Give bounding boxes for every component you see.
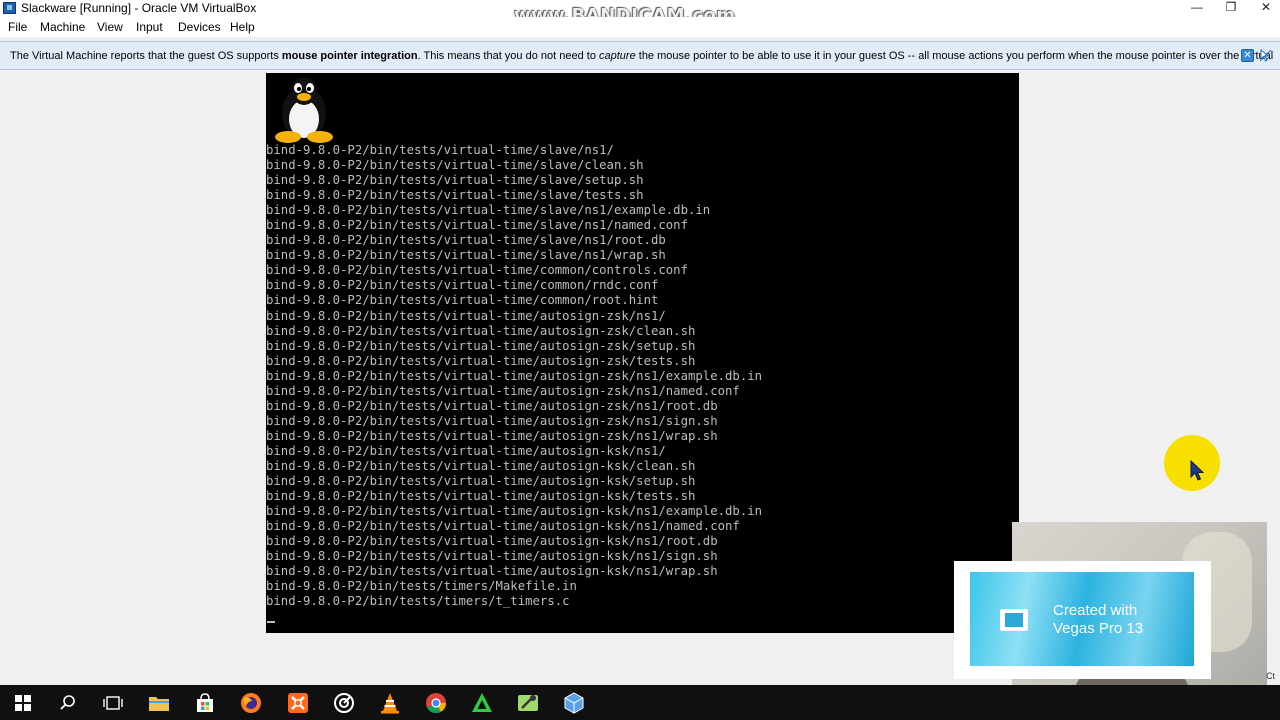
console-line: bind-9.8.0-P2/bin/tests/virtual-time/sla… bbox=[266, 218, 688, 233]
console-line: bind-9.8.0-P2/bin/tests/virtual-time/aut… bbox=[266, 428, 718, 443]
menu-bar: File Machine View Input Devices Help bbox=[0, 17, 1280, 37]
console-line: bind-9.8.0-P2/bin/tests/virtual-time/aut… bbox=[266, 443, 666, 458]
text-cursor bbox=[267, 621, 275, 623]
console-line: bind-9.8.0-P2/bin/tests/virtual-time/sla… bbox=[266, 203, 711, 218]
window-title-bar: Slackware [Running] - Oracle VM VirtualB… bbox=[0, 0, 1280, 26]
chrome-icon bbox=[426, 692, 447, 713]
orange-app-icon bbox=[288, 692, 308, 713]
search-button[interactable] bbox=[45, 685, 91, 720]
console-line: bind-9.8.0-P2/bin/tests/virtual-time/aut… bbox=[266, 504, 763, 519]
store-icon bbox=[197, 692, 213, 712]
console-line: bind-9.8.0-P2/bin/tests/virtual-time/aut… bbox=[266, 549, 718, 564]
console-line: bind-9.8.0-P2/bin/tests/virtual-time/com… bbox=[266, 293, 659, 308]
console-line: bind-9.8.0-P2/bin/tests/virtual-time/aut… bbox=[266, 338, 696, 353]
console-output: bind-9.8.0-P2/bin/tests/virtual-time/sla… bbox=[266, 143, 762, 609]
windows-logo-icon bbox=[15, 694, 31, 711]
vlc-cone-icon bbox=[381, 692, 399, 713]
console-line: bind-9.8.0-P2/bin/tests/virtual-time/sla… bbox=[266, 233, 666, 248]
notice-message: The Virtual Machine reports that the gue… bbox=[10, 50, 1274, 62]
menu-input[interactable]: Input bbox=[136, 20, 163, 34]
mouse-integration-notice: The Virtual Machine reports that the gue… bbox=[0, 41, 1280, 70]
vm-display[interactable]: bind-9.8.0-P2/bin/tests/virtual-time/sla… bbox=[266, 73, 1019, 633]
chrome-button[interactable] bbox=[413, 685, 459, 720]
console-line: bind-9.8.0-P2/bin/tests/virtual-time/com… bbox=[266, 263, 688, 278]
restore-button[interactable]: ❐ bbox=[1213, 0, 1249, 17]
menu-view[interactable]: View bbox=[97, 20, 123, 34]
console-line: bind-9.8.0-P2/bin/tests/virtual-time/aut… bbox=[266, 474, 696, 489]
firefox-button[interactable] bbox=[228, 685, 274, 720]
virtualbox-button[interactable] bbox=[551, 685, 597, 720]
minimize-button[interactable]: — bbox=[1179, 0, 1215, 17]
window-title: Slackware [Running] - Oracle VM VirtualB… bbox=[21, 1, 257, 15]
virtualbox-icon bbox=[564, 691, 584, 714]
app-orange-button[interactable] bbox=[275, 685, 321, 720]
console-line: bind-9.8.0-P2/bin/tests/virtual-time/aut… bbox=[266, 398, 718, 413]
console-line: bind-9.8.0-P2/bin/tests/virtual-time/aut… bbox=[266, 519, 740, 534]
console-line: bind-9.8.0-P2/bin/tests/virtual-time/aut… bbox=[266, 323, 696, 338]
close-window-button[interactable]: ✕ bbox=[1248, 0, 1280, 17]
app-green-button[interactable] bbox=[459, 685, 505, 720]
file-explorer-button[interactable] bbox=[136, 685, 182, 720]
app-circle-button[interactable] bbox=[321, 685, 367, 720]
console-line: bind-9.8.0-P2/bin/tests/virtual-time/sla… bbox=[266, 188, 644, 203]
search-icon bbox=[60, 694, 75, 710]
start-button[interactable] bbox=[0, 685, 46, 720]
tray-label-top: Ct bbox=[1266, 671, 1275, 681]
store-button[interactable] bbox=[182, 685, 228, 720]
console-line: bind-9.8.0-P2/bin/tests/virtual-time/aut… bbox=[266, 368, 763, 383]
circle-app-icon bbox=[334, 692, 354, 713]
firefox-icon bbox=[241, 692, 261, 713]
console-line: bind-9.8.0-P2/bin/tests/timers/t_timers.… bbox=[266, 594, 570, 609]
green-triangle-icon bbox=[472, 692, 492, 712]
tools-icon bbox=[518, 694, 538, 711]
menu-help[interactable]: Help bbox=[230, 20, 255, 34]
taskbar bbox=[0, 685, 1280, 720]
notice-close-icon[interactable]: ✕ bbox=[1241, 49, 1254, 62]
console-line: bind-9.8.0-P2/bin/tests/virtual-time/sla… bbox=[266, 173, 644, 188]
console-line: bind-9.8.0-P2/bin/tests/virtual-time/aut… bbox=[266, 413, 718, 428]
console-line: bind-9.8.0-P2/bin/tests/virtual-time/aut… bbox=[266, 534, 718, 549]
menu-devices[interactable]: Devices bbox=[178, 20, 221, 34]
console-line: bind-9.8.0-P2/bin/tests/virtual-time/aut… bbox=[266, 383, 740, 398]
virtualbox-app-icon bbox=[3, 2, 16, 14]
console-line: bind-9.8.0-P2/bin/tests/virtual-time/aut… bbox=[266, 353, 696, 368]
console-line: bind-9.8.0-P2/bin/tests/timers/Makefile.… bbox=[266, 579, 577, 594]
film-strip-icon bbox=[1000, 609, 1028, 631]
menu-file[interactable]: File bbox=[8, 20, 27, 34]
menu-machine[interactable]: Machine bbox=[40, 20, 85, 34]
console-line: bind-9.8.0-P2/bin/tests/virtual-time/aut… bbox=[266, 564, 718, 579]
console-line: bind-9.8.0-P2/bin/tests/virtual-time/sla… bbox=[266, 158, 644, 173]
console-line: bind-9.8.0-P2/bin/tests/virtual-time/aut… bbox=[266, 489, 696, 504]
console-line: bind-9.8.0-P2/bin/tests/virtual-time/com… bbox=[266, 278, 659, 293]
console-line: bind-9.8.0-P2/bin/tests/virtual-time/aut… bbox=[266, 308, 666, 323]
folder-icon bbox=[149, 696, 169, 711]
task-view-icon bbox=[103, 695, 123, 710]
tux-penguin-icon bbox=[275, 77, 333, 143]
vegas-text: Created with Vegas Pro 13 bbox=[1053, 602, 1144, 637]
vlc-button[interactable] bbox=[367, 685, 413, 720]
task-view-button[interactable] bbox=[90, 685, 136, 720]
mouse-integration-icon[interactable] bbox=[1259, 48, 1272, 62]
console-line: bind-9.8.0-P2/bin/tests/virtual-time/sla… bbox=[266, 248, 666, 263]
mouse-pointer-icon bbox=[1190, 460, 1204, 481]
console-line: bind-9.8.0-P2/bin/tests/virtual-time/sla… bbox=[266, 143, 614, 157]
vegas-watermark: Created with Vegas Pro 13 bbox=[954, 561, 1211, 679]
console-line: bind-9.8.0-P2/bin/tests/virtual-time/aut… bbox=[266, 458, 696, 473]
app-tools-button[interactable] bbox=[505, 685, 551, 720]
